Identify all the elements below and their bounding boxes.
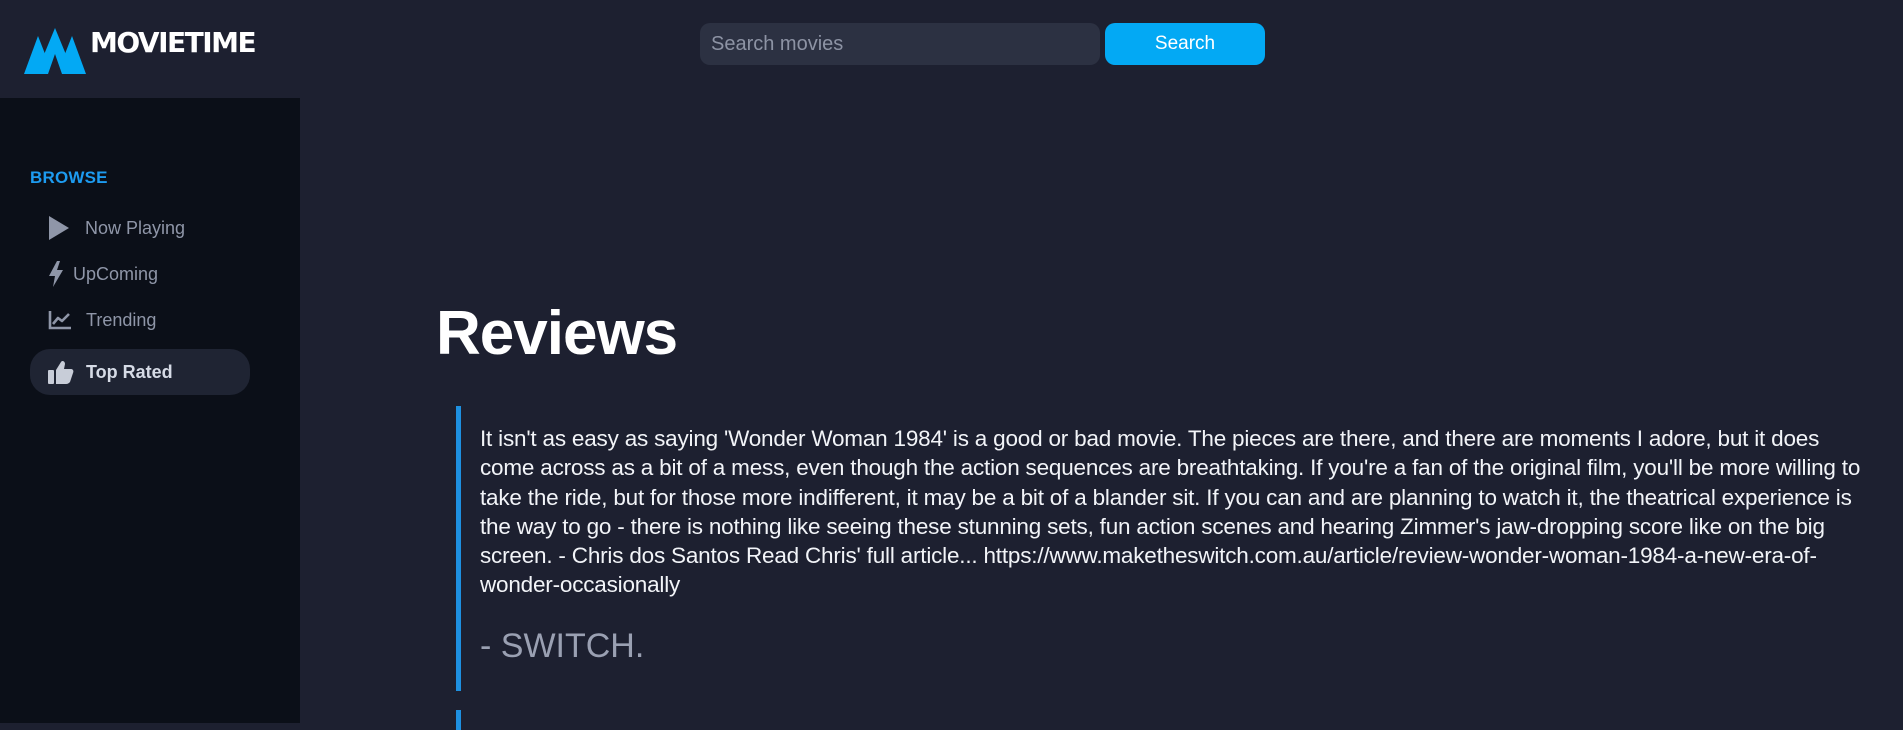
review-card: It isn't as easy as saying 'Wonder Woman…: [456, 406, 1861, 691]
play-icon: [48, 215, 70, 241]
logo-text: MOVIETIME: [90, 26, 257, 59]
sidebar: BROWSE Now Playing UpComing Trending Top: [0, 98, 300, 723]
logo[interactable]: MOVIETIME: [24, 26, 257, 74]
sidebar-item-label: Trending: [86, 309, 157, 330]
review-author: - SWITCH.: [480, 626, 645, 665]
next-review-border: [456, 710, 461, 730]
main-content: Reviews It isn't as easy as saying 'Wond…: [300, 98, 1903, 730]
trending-chart-icon: [48, 310, 72, 330]
sidebar-item-label: Now Playing: [85, 217, 186, 238]
movietime-logo-icon: [24, 28, 86, 74]
sidebar-item-top-rated[interactable]: Top Rated: [30, 349, 250, 395]
bolt-icon: [48, 261, 64, 287]
sidebar-item-upcoming[interactable]: UpComing: [30, 251, 250, 297]
search-button[interactable]: Search: [1105, 23, 1265, 65]
sidebar-item-label: Top Rated: [86, 361, 173, 382]
search-input[interactable]: [700, 23, 1100, 65]
review-text: It isn't as easy as saying 'Wonder Woman…: [480, 426, 1861, 598]
sidebar-item-trending[interactable]: Trending: [30, 297, 250, 343]
thumbs-up-icon: [48, 360, 74, 384]
sidebar-heading: BROWSE: [30, 168, 108, 187]
page-title: Reviews: [436, 299, 678, 368]
top-bar: MOVIETIME Search: [0, 0, 1903, 98]
sidebar-item-label: UpComing: [73, 263, 159, 284]
sidebar-item-now-playing[interactable]: Now Playing: [30, 205, 250, 251]
